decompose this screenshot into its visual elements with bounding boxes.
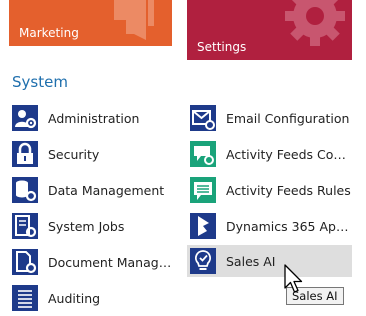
menu-item-label: Auditing [48, 290, 101, 306]
activity-feeds-rules-icon [190, 177, 216, 203]
menu-item-dynamics-365-app[interactable]: Dynamics 365 App ... [187, 210, 352, 242]
menu-item-document-management[interactable]: Document Manage... [9, 246, 174, 278]
menu-item-administration[interactable]: Administration [9, 102, 174, 134]
auditing-icon [12, 285, 38, 311]
gear-icon [285, 0, 345, 46]
menu-item-activity-feeds-config[interactable]: Activity Feeds Confi... [187, 138, 352, 170]
menu-item-label: Email Configuration [226, 110, 350, 126]
email-icon [190, 105, 216, 131]
dynamics-365-icon [190, 213, 216, 239]
megaphone-icon [114, 0, 154, 40]
menu-item-label: Activity Feeds Confi... [226, 146, 352, 162]
document-management-icon [12, 249, 38, 275]
menu-item-label: System Jobs [48, 218, 125, 234]
mouse-cursor-icon [284, 264, 303, 293]
menu-item-sales-ai[interactable]: Sales AI [187, 245, 352, 277]
tile-settings[interactable]: Settings [187, 0, 352, 60]
administration-icon [12, 105, 38, 131]
section-title: System [12, 73, 68, 91]
menu-item-label: Sales AI [226, 253, 276, 269]
menu-item-email-configuration[interactable]: Email Configuration [187, 102, 352, 134]
menu-item-label: Security [48, 146, 100, 162]
menu-item-data-management[interactable]: Data Management [9, 174, 174, 206]
tile-settings-label: Settings [197, 40, 247, 54]
database-icon [12, 177, 38, 203]
lock-icon [12, 141, 38, 167]
menu-item-activity-feeds-rules[interactable]: Activity Feeds Rules [187, 174, 352, 206]
system-jobs-icon [12, 213, 38, 239]
menu-item-label: Dynamics 365 App ... [226, 218, 352, 234]
menu-item-system-jobs[interactable]: System Jobs [9, 210, 174, 242]
menu-item-label: Administration [48, 110, 140, 126]
tile-marketing[interactable]: Marketing [9, 0, 172, 46]
sales-ai-icon [190, 248, 216, 274]
tile-marketing-label: Marketing [19, 26, 79, 40]
menu-item-label: Data Management [48, 182, 165, 198]
menu-item-auditing[interactable]: Auditing [9, 282, 174, 314]
menu-item-security[interactable]: Security [9, 138, 174, 170]
menu-item-label: Document Manage... [48, 254, 174, 270]
menu-item-label: Activity Feeds Rules [226, 182, 351, 198]
activity-feeds-config-icon [190, 141, 216, 167]
